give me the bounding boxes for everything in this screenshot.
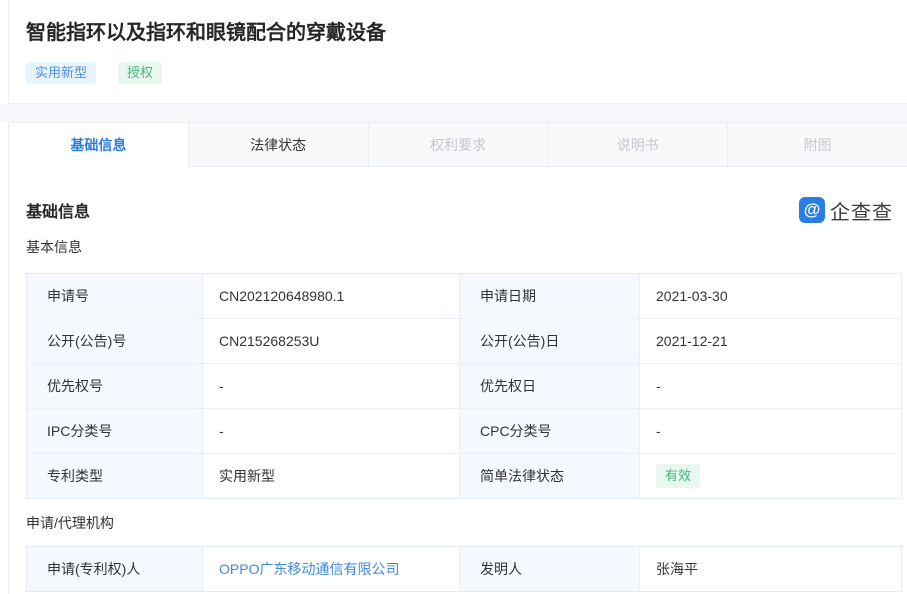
table-row: 申请(专利权)人 OPPO广东移动通信有限公司 发明人 张海平 (27, 547, 901, 591)
field-value: CN215268253U (203, 319, 460, 363)
field-label: CPC分类号 (460, 409, 640, 453)
field-value: 张海平 (656, 561, 698, 577)
field-value: CN202120648980.1 (203, 274, 460, 318)
field-value: OPPO广东移动通信有限公司 (203, 547, 460, 591)
table-row: 公开(公告)号 CN215268253U 公开(公告)日 2021-12-21 (27, 319, 901, 364)
field-label: 公开(公告)日 (460, 319, 640, 363)
field-value: - (203, 364, 460, 408)
field-label: 发明人 (460, 547, 640, 591)
field-value: 实用新型 (203, 454, 460, 498)
field-label: 简单法律状态 (460, 454, 640, 498)
table-row: 申请号 CN202120648980.1 申请日期 2021-03-30 (27, 274, 901, 319)
field-label: 优先权号 (27, 364, 203, 408)
field-value: - (656, 423, 661, 439)
field-value: 2021-12-21 (656, 333, 728, 349)
basic-info-table: 申请号 CN202120648980.1 申请日期 2021-03-30 公开(公告)号… (26, 273, 902, 499)
qichacha-brand: @ 企查查 (799, 196, 893, 225)
field-label: IPC分类号 (27, 409, 203, 453)
field-value: - (203, 409, 460, 453)
tag-utility-model: 实用新型 (26, 62, 97, 84)
field-label: 申请(专利权)人 (27, 547, 203, 591)
field-value: 2021-03-30 (656, 288, 728, 304)
tab-description[interactable]: 说明书 (548, 123, 729, 166)
basic-info-panel: 基础信息 @ 企查查 基本信息 申请号 CN202120648980.1 申请日期 2… (9, 167, 907, 592)
field-label: 专利类型 (27, 454, 203, 498)
tab-claims[interactable]: 权利要求 (369, 123, 549, 166)
patent-detail-page: 智能指环以及指环和眼镜配合的穿戴设备 实用新型 授权 基础信息 法律状态 权利要求 说明… (0, 0, 907, 594)
applicant-link[interactable]: OPPO广东移动通信有限公司 (219, 559, 399, 579)
tag-granted: 授权 (118, 62, 163, 84)
table-row: 专利类型 实用新型 简单法律状态 有效 (27, 454, 901, 498)
qichacha-logo-icon: @ (799, 197, 825, 223)
section-divider (0, 104, 907, 122)
applicant-table: 申请(专利权)人 OPPO广东移动通信有限公司 发明人 张海平 (26, 546, 902, 592)
table-row: 优先权号 - 优先权日 - (27, 364, 901, 409)
field-value: - (656, 378, 661, 394)
applicant-heading: 申请/代理机构 (26, 515, 114, 531)
field-label: 公开(公告)号 (27, 319, 203, 363)
tab-bar: 基础信息 法律状态 权利要求 说明书 附图 (9, 122, 907, 167)
section-title: 基础信息 (26, 204, 91, 221)
field-label: 申请日期 (460, 274, 640, 318)
qichacha-logo-text: 企查查 (830, 201, 893, 224)
patent-main-card: 基础信息 法律状态 权利要求 说明书 附图 基础信息 @ 企查查 基本信息 申请号 CN2… (8, 122, 907, 594)
tab-drawings[interactable]: 附图 (728, 123, 907, 166)
section-head: 基础信息 @ 企查查 (26, 195, 893, 225)
tab-basic-info[interactable]: 基础信息 (9, 123, 189, 167)
field-value: 有效 (640, 454, 903, 498)
field-label: 申请号 (27, 274, 203, 318)
field-label: 优先权日 (460, 364, 640, 408)
page-title: 智能指环以及指环和眼镜配合的穿戴设备 (26, 22, 386, 44)
patent-header: 智能指环以及指环和眼镜配合的穿戴设备 实用新型 授权 (8, 0, 907, 104)
table-row: IPC分类号 - CPC分类号 - (27, 409, 901, 454)
legal-status-badge: 有效 (656, 464, 701, 488)
basic-info-heading: 基本信息 (26, 239, 82, 255)
tab-legal-status[interactable]: 法律状态 (189, 123, 369, 166)
tag-row: 实用新型 授权 (26, 62, 907, 84)
